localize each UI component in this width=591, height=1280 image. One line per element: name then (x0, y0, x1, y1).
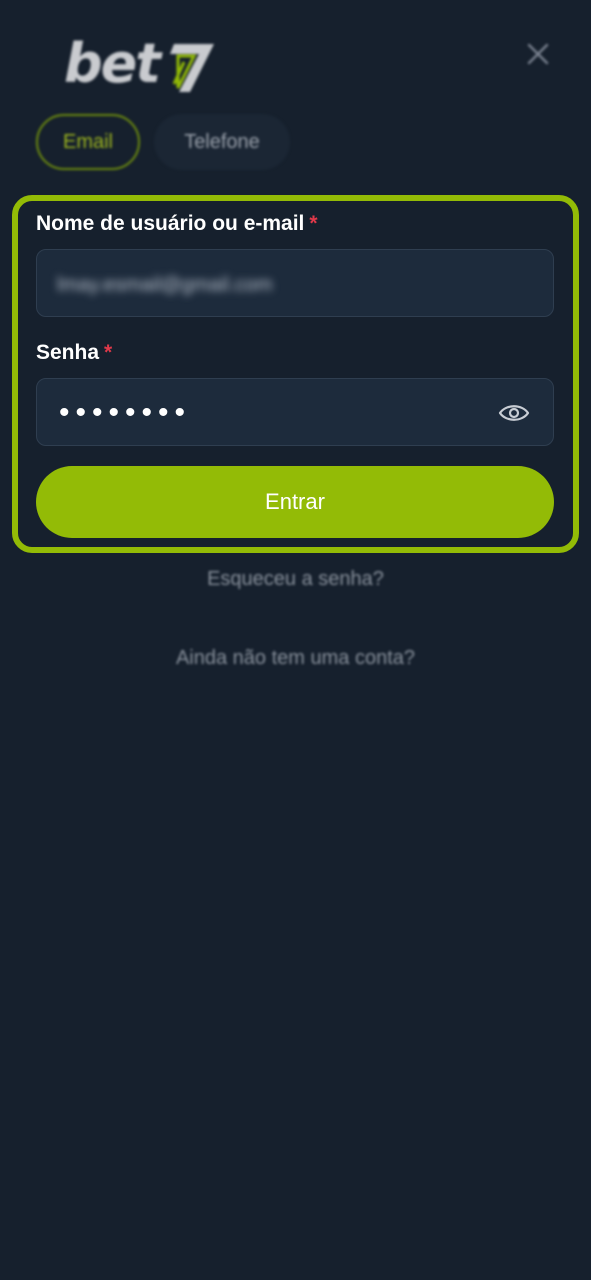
username-input[interactable] (55, 268, 539, 302)
password-masked-value: •••••••• (59, 396, 192, 429)
username-field[interactable] (36, 249, 554, 317)
required-marker: * (104, 341, 113, 364)
login-submit-button[interactable]: Entrar (36, 466, 554, 538)
tab-email[interactable]: Email (36, 114, 140, 170)
signup-link[interactable]: Ainda não tem uma conta? (0, 647, 591, 670)
close-icon (527, 43, 549, 65)
required-marker: * (309, 212, 318, 235)
close-button[interactable] (524, 40, 552, 68)
username-label: Nome de usuário ou e-mail * (36, 212, 318, 236)
logo-wordmark: bet (64, 32, 161, 95)
logo-seven-mark (170, 44, 214, 92)
password-label: Senha * (36, 341, 112, 365)
password-field[interactable]: •••••••• (36, 378, 554, 446)
username-label-text: Nome de usuário ou e-mail (36, 212, 305, 235)
brand-logo: bet (64, 34, 216, 96)
tab-telefone[interactable]: Telefone (154, 114, 290, 170)
forgot-password-link[interactable]: Esqueceu a senha? (0, 568, 591, 591)
show-password-toggle[interactable] (497, 397, 531, 429)
eye-icon (498, 405, 530, 421)
password-label-text: Senha (36, 341, 100, 364)
